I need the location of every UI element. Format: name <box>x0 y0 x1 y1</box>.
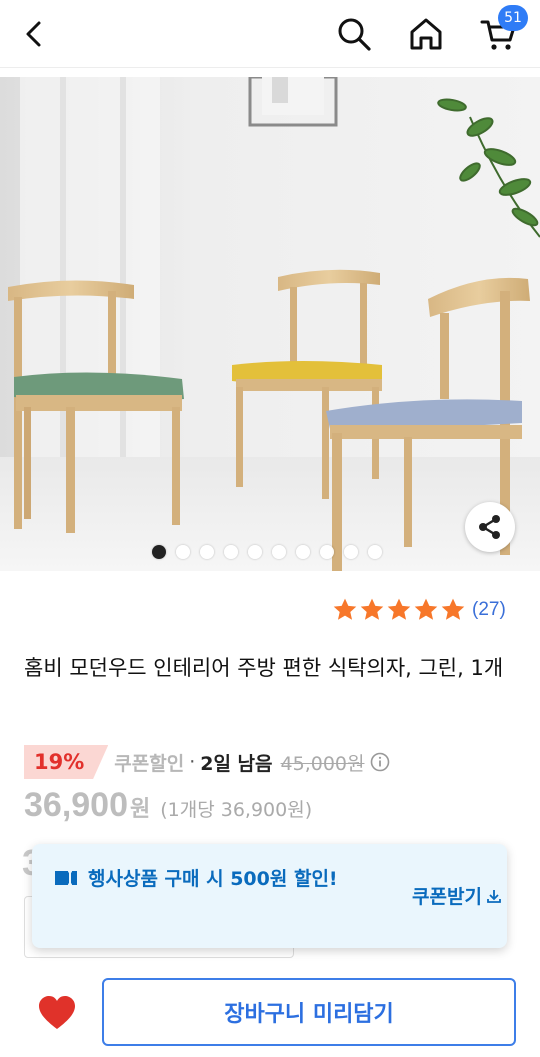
home-icon <box>410 18 442 50</box>
sale-price: 36,900 <box>24 786 128 824</box>
gallery-dot[interactable] <box>368 545 382 559</box>
product-photo <box>0 77 540 571</box>
gallery-pagination-dots <box>152 545 382 559</box>
product-title: 홈비 모던우드 인테리어 주방 편한 식탁의자, 그린, 1개 <box>24 656 504 680</box>
coupon-message: 행사상품 구매 시 500원 할인! <box>88 868 338 890</box>
coupon-ticket-icon <box>55 869 77 887</box>
get-coupon-label: 쿠폰받기 <box>412 886 482 908</box>
gallery-dot[interactable] <box>248 545 262 559</box>
heart-icon <box>39 996 75 1029</box>
star-icon <box>387 598 411 620</box>
review-count[interactable]: (27) <box>472 599 506 621</box>
info-icon[interactable] <box>370 752 390 772</box>
gallery-dot[interactable] <box>152 545 166 559</box>
price-line: 36,900 원 (1개당 36,900원) <box>24 786 312 832</box>
chevron-left-icon <box>26 21 41 47</box>
gallery-dot[interactable] <box>224 545 238 559</box>
currency-unit: 원 <box>130 797 151 822</box>
unit-price: (1개당 36,900원) <box>160 799 313 821</box>
gallery-dot[interactable] <box>176 545 190 559</box>
star-rating <box>332 597 466 623</box>
gallery-dot[interactable] <box>320 545 334 559</box>
star-icon <box>441 598 465 620</box>
gallery-dot[interactable] <box>272 545 286 559</box>
top-navigation-bar: 51 <box>0 0 540 68</box>
search-button[interactable] <box>332 12 376 56</box>
cart-count-badge: 51 <box>498 5 528 31</box>
coupon-discount-label: 쿠폰할인 <box>114 752 185 775</box>
share-button[interactable] <box>465 502 515 552</box>
discount-line: 19% 쿠폰할인 · 2일 남음 45,000원 <box>24 745 390 779</box>
get-coupon-button[interactable]: 쿠폰받기 <box>412 882 502 909</box>
product-image-gallery[interactable] <box>0 77 540 571</box>
wishlist-button[interactable] <box>34 992 80 1034</box>
gallery-dot[interactable] <box>200 545 214 559</box>
star-icon <box>360 598 384 620</box>
days-remaining: 2일 남음 <box>200 752 273 775</box>
coupon-popup: 행사상품 구매 시 500원 할인! 쿠폰받기 <box>32 844 507 948</box>
gallery-dot[interactable] <box>296 545 310 559</box>
star-icon <box>414 598 438 620</box>
download-icon <box>487 889 501 903</box>
star-icon <box>333 598 357 620</box>
product-rating[interactable]: (27) <box>332 596 506 624</box>
gallery-dot[interactable] <box>344 545 358 559</box>
original-price: 45,000원 <box>280 752 365 775</box>
separator: · <box>189 751 196 773</box>
add-to-cart-button[interactable]: 장바구니 미리담기 <box>102 978 516 1046</box>
discount-percent-tag: 19% <box>24 745 109 779</box>
share-icon <box>479 515 500 539</box>
home-button[interactable] <box>404 12 448 56</box>
search-icon <box>338 18 371 51</box>
back-button[interactable] <box>12 12 56 56</box>
